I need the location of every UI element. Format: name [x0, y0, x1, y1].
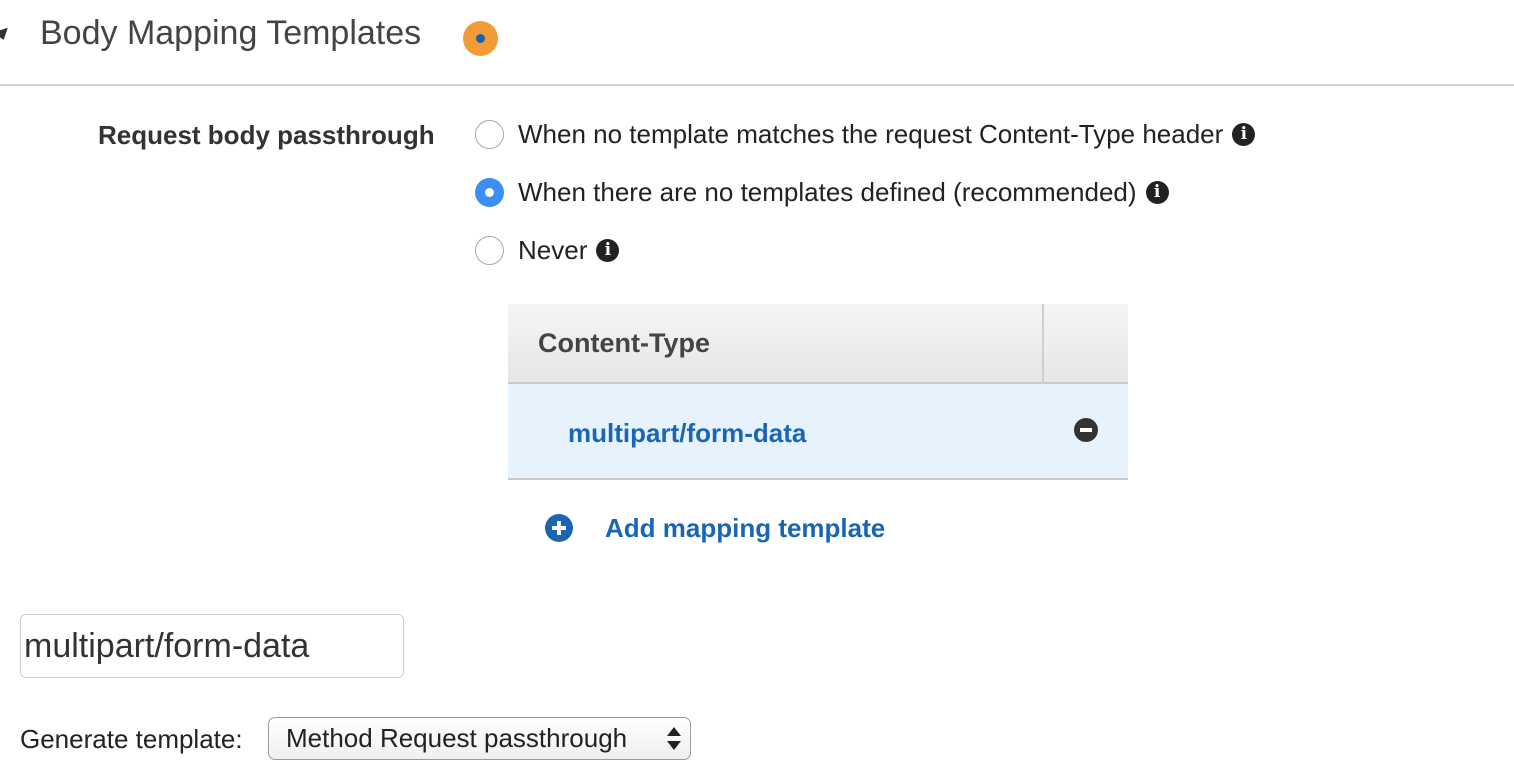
unsaved-changes-dot-icon	[463, 21, 498, 56]
request-body-passthrough-label: Request body passthrough	[98, 120, 435, 150]
table-row[interactable]: multipart/form-data	[508, 384, 1128, 480]
passthrough-option-never[interactable]: Never i	[475, 234, 620, 266]
select-arrows-icon	[667, 727, 681, 751]
content-type-input[interactable]	[20, 614, 404, 678]
content-type-link[interactable]: multipart/form-data	[568, 418, 806, 449]
info-icon[interactable]: i	[1232, 122, 1256, 146]
info-icon[interactable]: i	[1145, 180, 1169, 204]
passthrough-option-when-no-match[interactable]: When no template matches the request Con…	[475, 118, 1256, 150]
radio-when-no-templates[interactable]	[475, 177, 504, 207]
passthrough-option-when-no-templates[interactable]: When there are no templates defined (rec…	[475, 176, 1169, 208]
body-mapping-templates-panel: Body Mapping Templates Request body pass…	[0, 0, 1514, 764]
generate-template-select[interactable]: Method Request passthrough	[268, 717, 691, 760]
collapse-caret-icon[interactable]	[0, 27, 12, 43]
add-plus-icon[interactable]	[545, 514, 573, 542]
radio-label-when-no-match: When no template matches the request Con…	[518, 118, 1224, 149]
generate-template-selected-value: Method Request passthrough	[286, 723, 628, 753]
radio-label-when-no-templates: When there are no templates defined (rec…	[518, 176, 1137, 207]
section-title: Body Mapping Templates	[40, 14, 422, 52]
content-type-table: Content-Type multipart/form-data	[508, 304, 1128, 480]
column-divider	[1042, 304, 1044, 384]
generate-template-label: Generate template:	[20, 724, 243, 754]
content-type-column-header: Content-Type	[538, 328, 710, 358]
add-mapping-template-button[interactable]: Add mapping template	[545, 512, 885, 544]
table-header: Content-Type	[508, 304, 1128, 384]
remove-minus-icon[interactable]	[1074, 418, 1098, 442]
header-divider	[0, 84, 1514, 86]
add-mapping-template-label[interactable]: Add mapping template	[605, 513, 885, 544]
info-icon[interactable]: i	[596, 238, 620, 262]
radio-when-no-match[interactable]	[475, 119, 504, 149]
radio-never[interactable]	[475, 235, 504, 265]
radio-label-never: Never	[518, 234, 588, 265]
